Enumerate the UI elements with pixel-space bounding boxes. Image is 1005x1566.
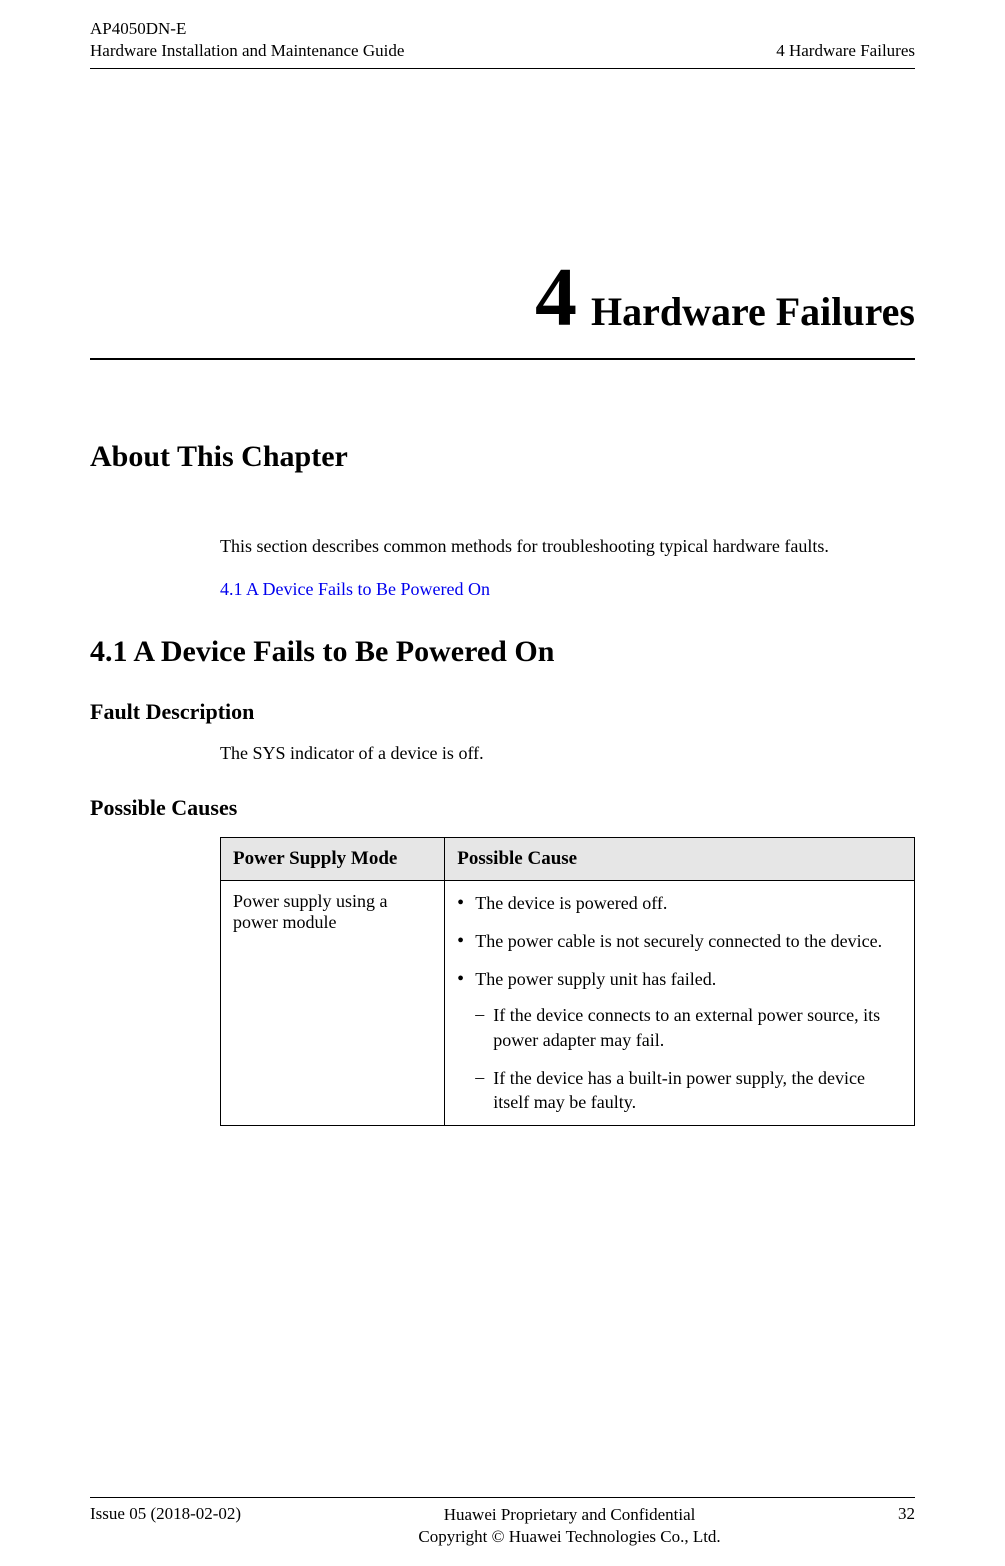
cause-item: The device is powered off. <box>457 891 902 915</box>
fault-description-text: The SYS indicator of a device is off. <box>220 741 915 766</box>
sub-cause-item: If the device connects to an external po… <box>475 1003 902 1052</box>
sub-causes-list: If the device connects to an external po… <box>475 1003 902 1114</box>
header-section: 4 Hardware Failures <box>776 40 915 62</box>
causes-list: The device is powered off. The power cab… <box>457 891 902 1115</box>
table-header-row: Power Supply Mode Possible Cause <box>221 837 915 880</box>
page-header: AP4050DN-E Hardware Installation and Mai… <box>90 0 915 69</box>
col-power-supply-mode: Power Supply Mode <box>221 837 445 880</box>
col-possible-cause: Possible Cause <box>445 837 915 880</box>
chapter-title-block: 4 Hardware Failures <box>90 249 915 360</box>
cause-text: The power supply unit has failed. <box>475 969 716 989</box>
footer-center: Huawei Proprietary and Confidential Copy… <box>418 1504 720 1548</box>
fault-description-heading: Fault Description <box>90 699 915 725</box>
section-link-4-1[interactable]: 4.1 A Device Fails to Be Powered On <box>220 579 490 600</box>
footer-page: 32 <box>898 1504 915 1548</box>
table-row: Power supply using a power module The de… <box>221 880 915 1125</box>
section-4-1-heading: 4.1 A Device Fails to Be Powered On <box>90 635 915 669</box>
chapter-title: Hardware Failures <box>591 289 915 334</box>
possible-causes-heading: Possible Causes <box>90 795 915 821</box>
about-text: This section describes common methods fo… <box>220 534 915 559</box>
product-name: AP4050DN-E <box>90 18 404 40</box>
cell-causes: The device is powered off. The power cab… <box>445 880 915 1125</box>
sub-cause-item: If the device has a built-in power suppl… <box>475 1066 902 1115</box>
footer-confidential: Huawei Proprietary and Confidential <box>418 1504 720 1526</box>
guide-name: Hardware Installation and Maintenance Gu… <box>90 40 404 62</box>
chapter-number: 4 <box>535 251 577 344</box>
page-footer: Issue 05 (2018-02-02) Huawei Proprietary… <box>90 1497 915 1548</box>
about-heading: About This Chapter <box>90 440 915 474</box>
cause-item: The power cable is not securely connecte… <box>457 929 902 953</box>
header-left: AP4050DN-E Hardware Installation and Mai… <box>90 18 404 62</box>
footer-copyright: Copyright © Huawei Technologies Co., Ltd… <box>418 1526 720 1548</box>
cause-item: The power supply unit has failed. If the… <box>457 967 902 1114</box>
possible-causes-table: Power Supply Mode Possible Cause Power s… <box>220 837 915 1126</box>
footer-issue: Issue 05 (2018-02-02) <box>90 1504 241 1548</box>
cell-mode: Power supply using a power module <box>221 880 445 1125</box>
